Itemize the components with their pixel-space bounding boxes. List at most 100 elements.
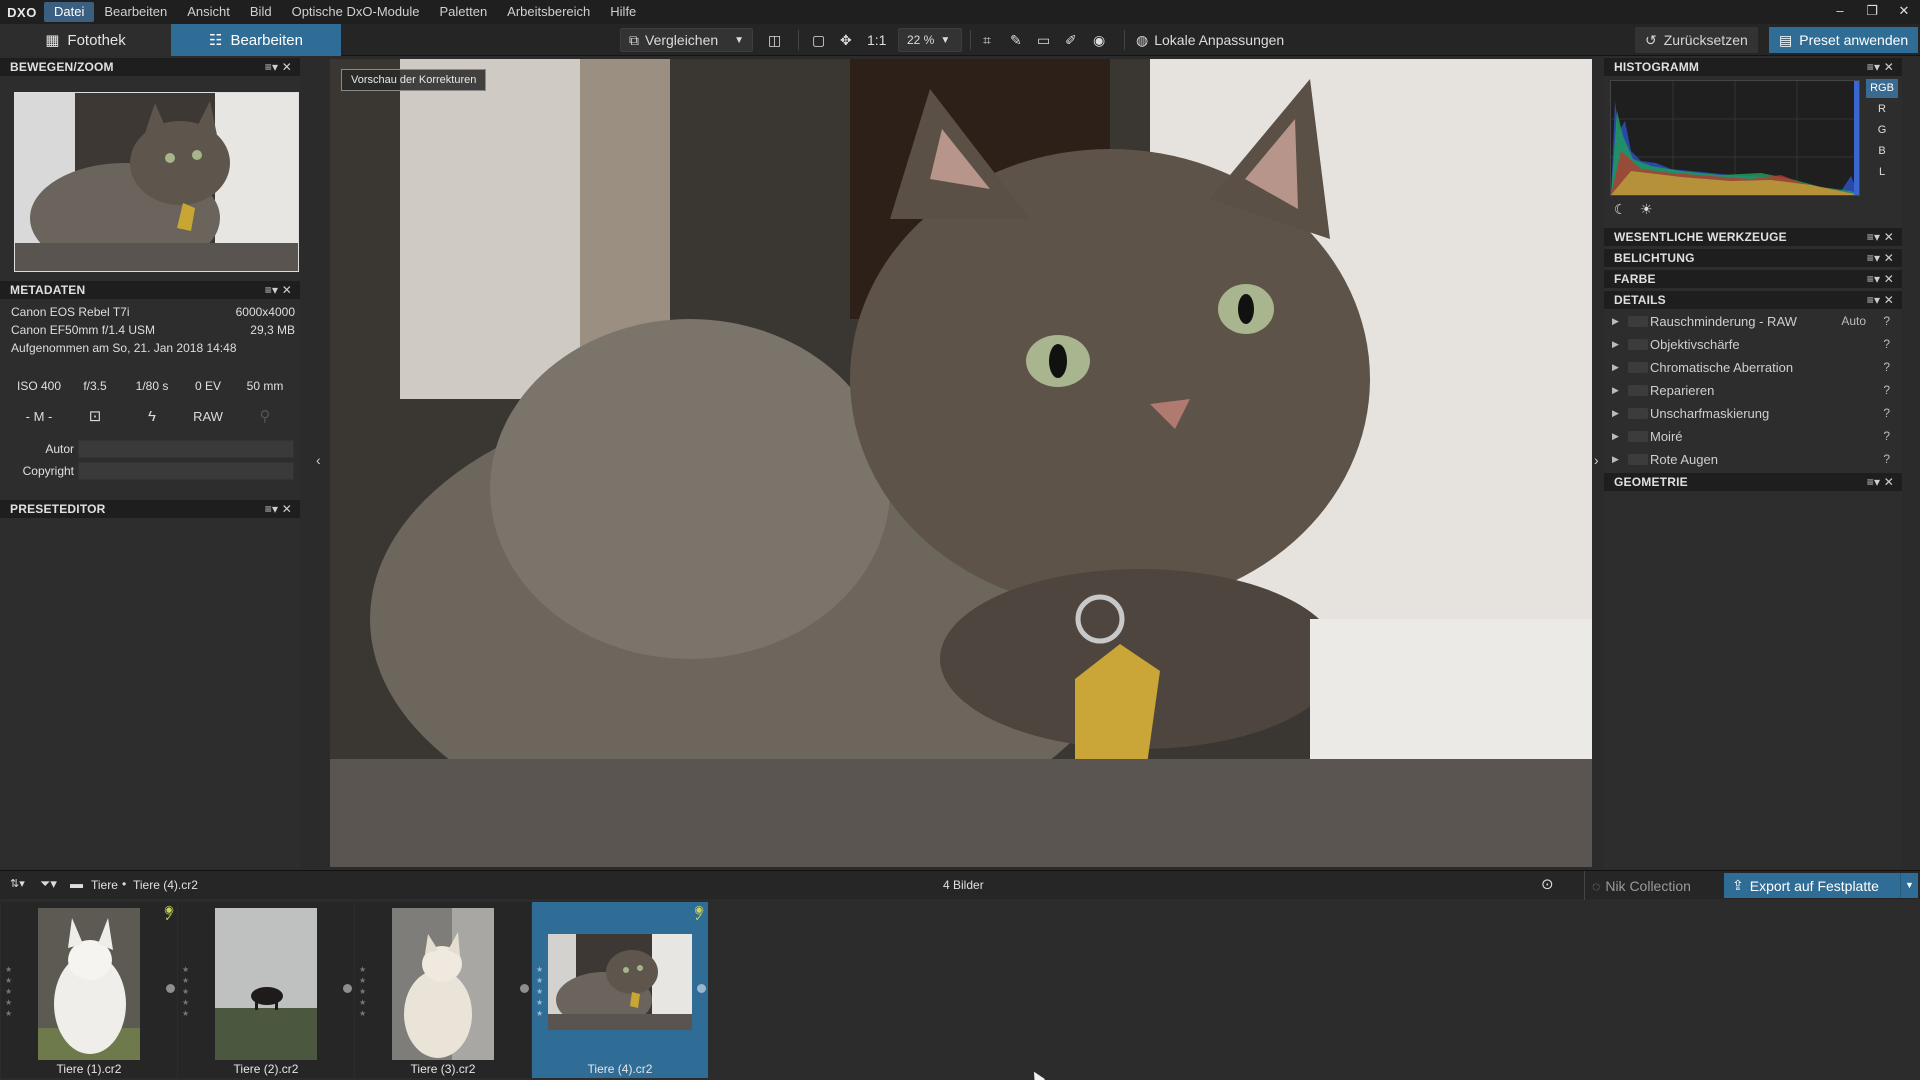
shadow-clipping-moon-icon[interactable]: ☾ xyxy=(1614,201,1627,218)
panel-menu-close-icons[interactable]: ≡▾ ✕ xyxy=(1867,270,1894,288)
tool-lens-sharpness[interactable]: ▶ Objektivschärfe ? xyxy=(1608,333,1898,356)
rating-stars[interactable]: ★ ★ ★ ★ ★ xyxy=(536,964,544,1019)
move-zoom-header[interactable]: BEWEGEN/ZOOM ≡▾ ✕ xyxy=(0,58,300,76)
split-view-icon[interactable]: ◫ xyxy=(768,28,781,52)
expand-triangle-icon[interactable]: ▶ xyxy=(1612,310,1619,333)
menu-paletten[interactable]: Paletten xyxy=(429,2,497,22)
expand-triangle-icon[interactable]: ▶ xyxy=(1612,356,1619,379)
tab-fotothek[interactable]: ▦ Fotothek xyxy=(0,24,171,56)
tool-toggle[interactable] xyxy=(1628,316,1648,327)
breadcrumb-folder[interactable]: Tiere xyxy=(91,878,118,892)
color-label-dot[interactable] xyxy=(520,984,529,993)
thumbnail-tiere-4[interactable]: ★ ★ ★ ★ ★ ◉ ✓ Tiere (4).cr2 xyxy=(532,902,708,1078)
tool-moire[interactable]: ▶ Moiré ? xyxy=(1608,425,1898,448)
channel-r-button[interactable]: R xyxy=(1866,100,1898,119)
channel-l-button[interactable]: L xyxy=(1866,163,1898,182)
filmstrip-view-icon[interactable]: ⊙ xyxy=(1541,875,1554,893)
restore-button[interactable]: ❐ xyxy=(1856,0,1888,24)
local-adjustments-button[interactable]: ◍ Lokale Anpassungen xyxy=(1136,28,1284,52)
panel-menu-close-icons[interactable]: ≡▾ ✕ xyxy=(1867,58,1894,76)
eye-icon[interactable]: ◉ xyxy=(1093,28,1105,52)
tool-red-eye[interactable]: ▶ Rote Augen ? xyxy=(1608,448,1898,471)
panel-menu-close-icons[interactable]: ≡▾ ✕ xyxy=(265,281,292,299)
help-icon[interactable]: ? xyxy=(1883,356,1890,379)
fit-screen-icon[interactable]: ▢ xyxy=(812,28,825,52)
minimize-button[interactable]: – xyxy=(1824,0,1856,24)
compare-button[interactable]: ⧉ Vergleichen ▼ xyxy=(620,28,754,52)
tool-toggle[interactable] xyxy=(1628,431,1648,442)
tool-toggle[interactable] xyxy=(1628,408,1648,419)
help-icon[interactable]: ? xyxy=(1883,402,1890,425)
eyedropper-icon[interactable]: ✎ xyxy=(1010,28,1022,52)
color-header[interactable]: FARBE ≡▾ ✕ xyxy=(1604,270,1902,288)
breadcrumb-file[interactable]: Tiere (4).cr2 xyxy=(133,878,198,892)
tool-unsharp-mask[interactable]: ▶ Unscharfmaskierung ? xyxy=(1608,402,1898,425)
exposure-header[interactable]: BELICHTUNG ≡▾ ✕ xyxy=(1604,249,1902,267)
menu-datei[interactable]: Datei xyxy=(44,2,95,22)
move-icon[interactable]: ✥ xyxy=(840,28,852,52)
menu-optische-module[interactable]: Optische DxO-Module xyxy=(282,2,430,22)
histogram-header[interactable]: HISTOGRAMM ≡▾ ✕ xyxy=(1604,58,1902,76)
highlight-clipping-sun-icon[interactable]: ☀ xyxy=(1640,201,1653,218)
repair-icon[interactable]: ✐ xyxy=(1065,28,1077,52)
tool-toggle[interactable] xyxy=(1628,339,1648,350)
expand-triangle-icon[interactable]: ▶ xyxy=(1612,448,1619,471)
rating-stars[interactable]: ★ ★ ★ ★ ★ xyxy=(359,964,367,1019)
menu-arbeitsbereich[interactable]: Arbeitsbereich xyxy=(497,2,600,22)
preview-corrections-button[interactable]: Vorschau der Korrekturen xyxy=(341,69,487,91)
tool-toggle[interactable] xyxy=(1628,454,1648,465)
expand-triangle-icon[interactable]: ▶ xyxy=(1612,402,1619,425)
details-header[interactable]: DETAILS ≡▾ ✕ xyxy=(1604,291,1902,309)
rating-stars[interactable]: ★ ★ ★ ★ ★ xyxy=(5,964,13,1019)
collapse-left-panel-icon[interactable]: ‹ xyxy=(316,452,321,468)
tab-bearbeiten[interactable]: ☷ Bearbeiten xyxy=(171,24,341,56)
expand-triangle-icon[interactable]: ▶ xyxy=(1612,333,1619,356)
menu-ansicht[interactable]: Ansicht xyxy=(177,2,240,22)
tool-chromatic-aberration[interactable]: ▶ Chromatische Aberration ? xyxy=(1608,356,1898,379)
zoom-select[interactable]: 22 % ▼ xyxy=(898,28,962,52)
menu-bearbeiten[interactable]: Bearbeiten xyxy=(94,2,177,22)
reset-button[interactable]: ↺ Zurücksetzen xyxy=(1635,27,1758,53)
rating-stars[interactable]: ★ ★ ★ ★ ★ xyxy=(182,964,190,1019)
tool-noise-reduction-raw[interactable]: ▶ Rauschminderung - RAW Auto ? xyxy=(1608,310,1898,333)
close-button[interactable]: ✕ xyxy=(1888,0,1920,24)
export-dropdown-button[interactable]: ▼ xyxy=(1900,873,1918,898)
color-label-dot[interactable] xyxy=(343,984,352,993)
help-icon[interactable]: ? xyxy=(1883,425,1890,448)
crop-icon[interactable]: ⌗ xyxy=(983,28,991,52)
sort-icon[interactable]: ⇅▾ xyxy=(10,877,25,890)
help-icon[interactable]: ? xyxy=(1883,310,1890,333)
tool-toggle[interactable] xyxy=(1628,362,1648,373)
geometry-header[interactable]: GEOMETRIE ≡▾ ✕ xyxy=(1604,473,1902,491)
thumbnail-tiere-3[interactable]: ★ ★ ★ ★ ★ Tiere (3).cr2 xyxy=(355,902,531,1078)
navigator-thumbnail[interactable] xyxy=(14,92,299,272)
help-icon[interactable]: ? xyxy=(1883,448,1890,471)
menu-hilfe[interactable]: Hilfe xyxy=(600,2,646,22)
author-field[interactable] xyxy=(78,440,294,458)
channel-rgb-button[interactable]: RGB xyxy=(1866,79,1898,98)
zoom-one-to-one-button[interactable]: 1:1 xyxy=(867,28,886,52)
expand-triangle-icon[interactable]: ▶ xyxy=(1612,425,1619,448)
tool-toggle[interactable] xyxy=(1628,385,1648,396)
thumbnail-tiere-1[interactable]: ★ ★ ★ ★ ★ ◉ ✓ Tiere (1).cr2 xyxy=(1,902,177,1078)
panel-menu-close-icons[interactable]: ≡▾ ✕ xyxy=(265,58,292,76)
panel-menu-close-icons[interactable]: ≡▾ ✕ xyxy=(1867,249,1894,267)
preseteditor-header[interactable]: PRESETEDITOR ≡▾ ✕ xyxy=(0,500,300,518)
expand-triangle-icon[interactable]: ▶ xyxy=(1612,379,1619,402)
channel-g-button[interactable]: G xyxy=(1866,121,1898,140)
tool-repair[interactable]: ▶ Reparieren ? xyxy=(1608,379,1898,402)
collapse-right-panel-icon[interactable]: › xyxy=(1594,452,1599,468)
help-icon[interactable]: ? xyxy=(1883,333,1890,356)
panel-menu-close-icons[interactable]: ≡▾ ✕ xyxy=(1867,228,1894,246)
color-label-dot[interactable] xyxy=(166,984,175,993)
filter-icon[interactable]: ⏷▾ xyxy=(40,876,57,892)
export-button[interactable]: ⇪ Export auf Festplatte xyxy=(1724,873,1900,898)
nik-collection-button[interactable]: ◌ Nik Collection xyxy=(1592,875,1691,897)
essential-tools-header[interactable]: WESENTLICHE WERKZEUGE ≡▾ ✕ xyxy=(1604,228,1902,246)
channel-b-button[interactable]: B xyxy=(1866,142,1898,161)
menu-bild[interactable]: Bild xyxy=(240,2,282,22)
metadata-header[interactable]: METADATEN ≡▾ ✕ xyxy=(0,281,300,299)
panel-menu-close-icons[interactable]: ≡▾ ✕ xyxy=(1867,291,1894,309)
copyright-field[interactable] xyxy=(78,462,294,480)
image-viewer[interactable]: Vorschau der Korrekturen xyxy=(330,59,1592,867)
